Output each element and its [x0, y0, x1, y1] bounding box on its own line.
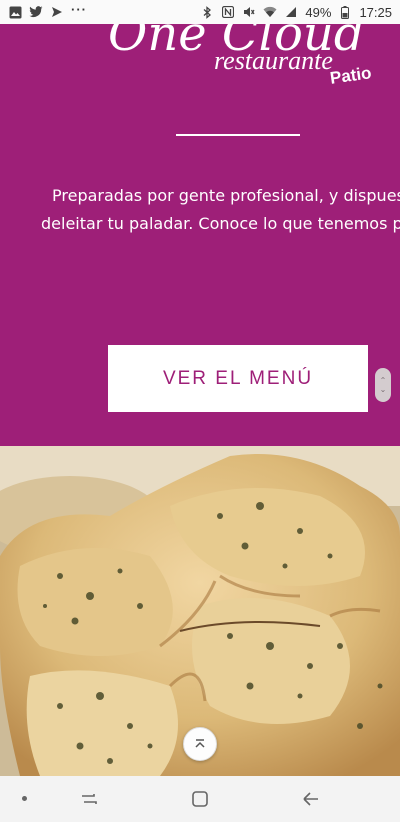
bluetooth-icon [200, 5, 214, 19]
status-left-icons: ··· [8, 1, 87, 19]
wifi-icon [263, 5, 277, 19]
chevron-up-icon [195, 739, 205, 748]
tagline-line-2: deleitar tu paladar. Conoce lo que tenem… [41, 214, 400, 233]
logo-subtitle: restaurante [214, 46, 333, 75]
twitter-icon [29, 5, 43, 19]
clock: 17:25 [359, 4, 392, 20]
status-bar: ··· 49% 17:25 [0, 0, 400, 24]
tagline: Preparadas por gente profesional, y disp… [0, 182, 400, 238]
logo-badge: Patio [328, 63, 373, 88]
signal-icon [284, 5, 298, 19]
system-navigation-bar [0, 776, 400, 822]
page-scroll-control[interactable]: ⌃ ⌄ [375, 368, 391, 402]
hero-section: One Cloud restaurante Patio Preparadas p… [0, 24, 400, 446]
home-icon[interactable] [190, 789, 210, 809]
more-notifications: ··· [71, 1, 87, 17]
gallery-icon [8, 5, 22, 19]
divider [176, 134, 300, 136]
mute-icon [242, 5, 256, 19]
nav-dot-icon [22, 796, 27, 801]
back-icon[interactable] [301, 789, 321, 809]
battery-icon [338, 5, 352, 19]
status-right-icons: 49% 17:25 [200, 5, 392, 20]
chevron-up-icon: ⌃ [379, 376, 387, 385]
nfc-icon [221, 5, 235, 19]
send-icon [50, 5, 64, 19]
tagline-line-1: Preparadas por gente profesional, y disp… [52, 186, 400, 205]
view-menu-button[interactable]: VER EL MENÚ [108, 345, 368, 412]
back-to-top-button[interactable] [183, 727, 217, 761]
chevron-down-icon: ⌄ [379, 385, 387, 394]
recent-apps-icon[interactable] [78, 788, 100, 810]
battery-level: 49% [305, 4, 332, 20]
